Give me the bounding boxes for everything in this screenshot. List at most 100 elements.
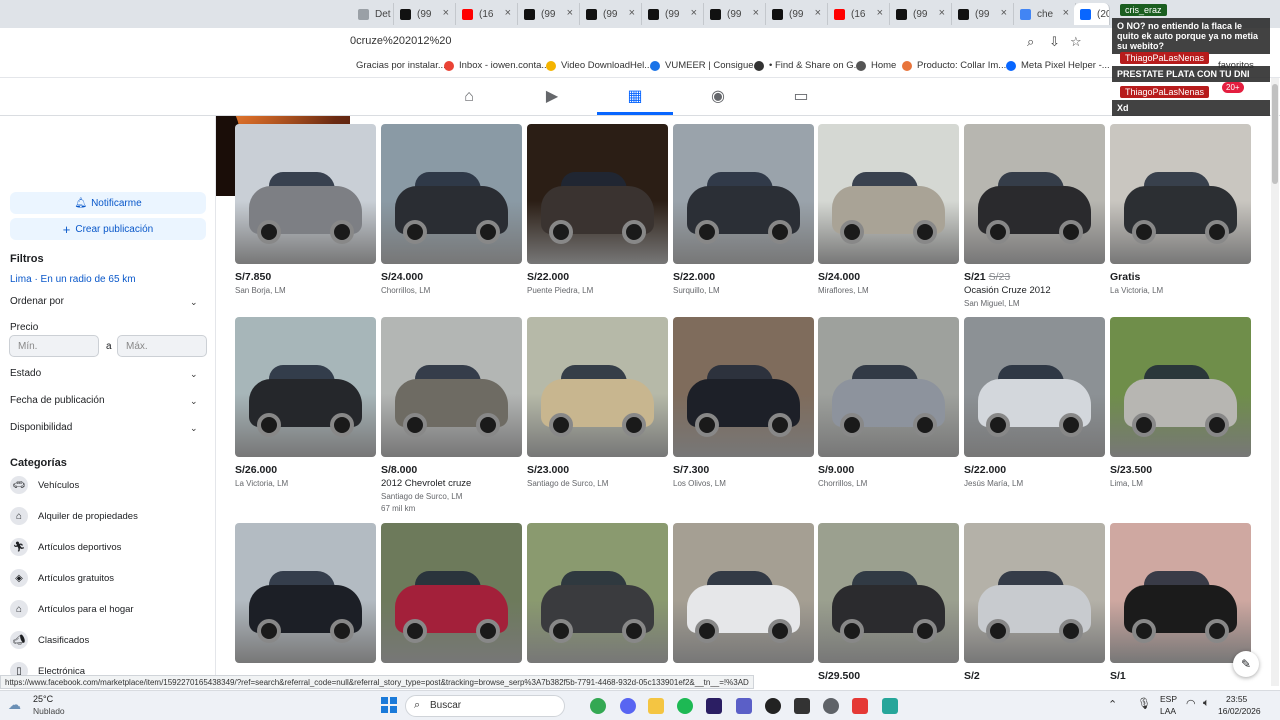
listing-photo[interactable] bbox=[964, 317, 1105, 457]
listing-card[interactable]: S/7.300 Los Olivos, LM bbox=[673, 317, 814, 488]
listing-card[interactable] bbox=[527, 523, 668, 663]
listing-photo[interactable] bbox=[1110, 124, 1251, 264]
close-tab-icon[interactable]: × bbox=[443, 7, 449, 19]
bookmark-item[interactable]: Inbox - iowen.conta... bbox=[444, 60, 549, 71]
video-icon[interactable]: ▶ bbox=[543, 88, 561, 106]
browser-tab[interactable]: (99 × bbox=[890, 3, 952, 25]
category-item[interactable]: 🏃︎ Artículos deportivos bbox=[10, 538, 121, 556]
text-app-icon[interactable] bbox=[852, 698, 868, 714]
listing-photo[interactable] bbox=[235, 124, 376, 264]
listing-card[interactable]: S/29.500 bbox=[818, 523, 959, 682]
listing-photo[interactable] bbox=[1110, 317, 1251, 457]
browser-tab[interactable]: (99 × bbox=[766, 3, 828, 25]
bookmark-item[interactable]: Home bbox=[856, 60, 896, 71]
listing-photo[interactable] bbox=[1110, 523, 1251, 663]
create-listing-button[interactable]: + Crear publicación bbox=[10, 218, 206, 240]
listing-card[interactable]: S/23.000 Santiago de Surco, LM bbox=[527, 317, 668, 488]
home-icon[interactable]: ⌂ bbox=[460, 88, 478, 106]
listing-card[interactable]: S/1 bbox=[1110, 523, 1251, 682]
speaker-icon[interactable]: 🔈︎ bbox=[1203, 697, 1210, 710]
install-icon[interactable]: ⇩ bbox=[1049, 34, 1060, 50]
location-filter-link[interactable]: Lima · En un radio de 65 km bbox=[10, 274, 136, 285]
listing-card[interactable]: S/22.000 Jesús María, LM bbox=[964, 317, 1105, 488]
listing-photo[interactable] bbox=[818, 317, 959, 457]
taskbar-search-input[interactable]: ⌕ Buscar bbox=[405, 695, 565, 717]
min-price-input[interactable]: Mín. bbox=[9, 335, 99, 357]
bookmark-item[interactable]: Producto: Collar Im... bbox=[902, 60, 1006, 71]
category-item[interactable]: 📣︎ Clasificados bbox=[10, 631, 89, 649]
filter-dropdown[interactable]: Estado bbox=[10, 368, 41, 379]
listing-card[interactable]: S/21 S/23 Ocasión Cruze 2012 San Miguel, LM bbox=[964, 124, 1105, 308]
listing-card[interactable]: S/9.000 Chorrillos, LM bbox=[818, 317, 959, 488]
premiere-icon[interactable] bbox=[706, 698, 722, 714]
close-tab-icon[interactable]: × bbox=[753, 7, 759, 19]
close-tab-icon[interactable]: × bbox=[505, 7, 511, 19]
notify-button[interactable]: 🔔︎ Notificarme bbox=[10, 192, 206, 214]
listing-photo[interactable] bbox=[673, 523, 814, 663]
bookmark-item[interactable]: VUMEER | Consigue... bbox=[650, 60, 761, 71]
listing-photo[interactable] bbox=[964, 124, 1105, 264]
windows-start-icon[interactable] bbox=[381, 697, 397, 713]
sort-by-dropdown[interactable]: Ordenar por bbox=[10, 296, 64, 307]
app-icon[interactable] bbox=[794, 698, 810, 714]
chevron-down-icon[interactable]: ⌄ bbox=[190, 396, 198, 407]
compose-message-button[interactable]: ✎ bbox=[1233, 651, 1259, 677]
browser-tab[interactable]: (99 × bbox=[642, 3, 704, 25]
keyboard-layout[interactable]: LAA bbox=[1160, 706, 1176, 716]
listing-card[interactable]: S/22.000 Puente Piedra, LM bbox=[527, 124, 668, 295]
listing-photo[interactable] bbox=[381, 317, 522, 457]
address-bar[interactable]: 0cruze%202012%20 ⌕ ⇩ ☆ bbox=[0, 28, 1280, 56]
discord-icon[interactable] bbox=[620, 698, 636, 714]
listing-card[interactable] bbox=[381, 523, 522, 663]
browser-tab[interactable]: (16 × bbox=[828, 3, 890, 25]
weather-temp[interactable]: 25°C bbox=[33, 694, 53, 704]
close-tab-icon[interactable]: × bbox=[691, 7, 697, 19]
clock-date[interactable]: 16/02/2026 bbox=[1218, 706, 1261, 716]
listing-photo[interactable] bbox=[381, 124, 522, 264]
notes-icon[interactable] bbox=[882, 698, 898, 714]
scrollbar-thumb[interactable] bbox=[1272, 84, 1278, 184]
close-tab-icon[interactable]: × bbox=[1063, 7, 1069, 19]
microphone-icon[interactable]: 🎙︎ bbox=[1137, 697, 1151, 710]
close-tab-icon[interactable]: × bbox=[877, 7, 883, 19]
category-item[interactable]: ◈ Artículos gratuitos bbox=[10, 569, 114, 587]
bookmark-item[interactable]: Meta Pixel Helper -... bbox=[1006, 60, 1110, 71]
category-item[interactable]: 🚗︎ Vehículos bbox=[10, 476, 79, 494]
bookmark-item[interactable]: Gracias por instalar... bbox=[356, 60, 446, 71]
category-item[interactable]: ⌂ Alquiler de propiedades bbox=[10, 507, 138, 525]
bookmark-item[interactable]: Video DownloadHel... bbox=[546, 60, 652, 71]
chevron-down-icon[interactable]: ⌄ bbox=[190, 297, 198, 308]
teams-icon[interactable] bbox=[736, 698, 752, 714]
wifi-icon[interactable]: ◠ bbox=[1186, 697, 1196, 710]
category-item[interactable]: ⌂ Artículos para el hogar bbox=[10, 600, 134, 618]
weather-desc[interactable]: Nublado bbox=[33, 706, 65, 716]
close-tab-icon[interactable]: × bbox=[815, 7, 821, 19]
browser-tab[interactable]: (16 × bbox=[456, 3, 518, 25]
clock-time[interactable]: 23:55 bbox=[1226, 694, 1247, 704]
groups-icon[interactable]: ◉ bbox=[709, 88, 727, 106]
listing-photo[interactable] bbox=[964, 523, 1105, 663]
listing-card[interactable] bbox=[673, 523, 814, 663]
listing-photo[interactable] bbox=[673, 124, 814, 264]
url-text[interactable]: 0cruze%202012%20 bbox=[350, 35, 452, 47]
star-icon[interactable]: ☆ bbox=[1070, 34, 1082, 50]
browser-tab[interactable]: che × bbox=[1014, 3, 1076, 25]
listing-card[interactable]: S/23.500 Lima, LM bbox=[1110, 317, 1251, 488]
listing-card[interactable]: S/24.000 Miraflores, LM bbox=[818, 124, 959, 295]
listing-photo[interactable] bbox=[673, 317, 814, 457]
listing-photo[interactable] bbox=[818, 523, 959, 663]
cloud-icon[interactable]: ☁ bbox=[8, 697, 21, 713]
chrome-icon[interactable] bbox=[590, 698, 606, 714]
listing-card[interactable]: S/7.850 San Borja, LM bbox=[235, 124, 376, 295]
listing-card[interactable]: S/2 bbox=[964, 523, 1105, 682]
listing-card[interactable]: S/24.000 Chorrillos, LM bbox=[381, 124, 522, 295]
listing-photo[interactable] bbox=[527, 523, 668, 663]
listing-card[interactable] bbox=[235, 523, 376, 663]
listing-photo[interactable] bbox=[818, 124, 959, 264]
filter-dropdown[interactable]: Disponibilidad bbox=[10, 422, 72, 433]
close-tab-icon[interactable]: × bbox=[567, 7, 573, 19]
listing-photo[interactable] bbox=[235, 317, 376, 457]
browser-tab[interactable]: (99 × bbox=[952, 3, 1014, 25]
listing-card[interactable]: Gratis La Victoria, LM bbox=[1110, 124, 1251, 295]
gaming-icon[interactable]: ▭ bbox=[792, 88, 810, 106]
